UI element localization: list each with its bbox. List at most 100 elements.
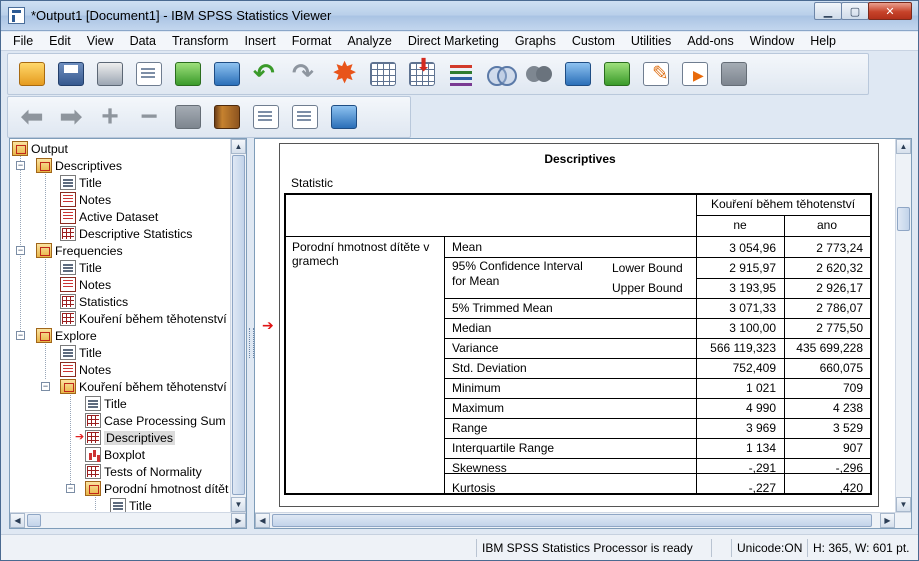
contents-pane[interactable]: ➔ Descriptives Statistic Kouření během t… xyxy=(254,138,912,529)
tree-node-freq-notes[interactable]: Notes xyxy=(60,276,111,293)
redo-button[interactable] xyxy=(289,58,321,90)
menu-file[interactable]: File xyxy=(13,34,33,48)
edit-button[interactable] xyxy=(640,58,672,90)
save-button[interactable] xyxy=(55,58,87,90)
variables-button[interactable] xyxy=(445,58,477,90)
close-button[interactable]: ✕ xyxy=(868,2,912,20)
scroll-right-icon[interactable]: ▶ xyxy=(880,513,895,528)
tree-node-normality[interactable]: Tests of Normality xyxy=(85,463,202,480)
pane-splitter[interactable] xyxy=(248,138,254,529)
minimize-button[interactable]: ▁ xyxy=(814,2,842,20)
tree-node-exp-title[interactable]: Title xyxy=(60,344,102,361)
maximize-button[interactable]: ▢ xyxy=(841,2,869,20)
pivot-table[interactable]: Kouření během těhotenství ne ano Porodní… xyxy=(284,193,872,495)
scroll-left-icon[interactable]: ◀ xyxy=(10,513,25,528)
outline-pane[interactable]: Output − Descriptives Title Notes Active… xyxy=(9,138,247,529)
tree-node-freq-statistics[interactable]: Statistics xyxy=(60,293,128,310)
contents-vertical-scrollbar[interactable]: ▲ ▼ xyxy=(895,139,911,512)
scroll-thumb[interactable] xyxy=(272,514,872,527)
title-item-icon xyxy=(85,396,101,411)
collapse-toggle-icon[interactable]: − xyxy=(66,484,75,493)
scroll-right-icon[interactable]: ▶ xyxy=(231,513,246,528)
tree-node-desc-statistics[interactable]: Descriptive Statistics xyxy=(60,225,192,242)
tree-node-explore[interactable]: Explore xyxy=(36,327,97,344)
print-preview-button[interactable] xyxy=(133,58,165,90)
menu-view[interactable]: View xyxy=(87,34,114,48)
tree-node-frequencies[interactable]: Frequencies xyxy=(36,242,123,259)
show-all-variables-button[interactable] xyxy=(523,58,555,90)
demote-button[interactable]: ➡ xyxy=(55,101,87,133)
open-button[interactable] xyxy=(16,58,48,90)
syntax-icon xyxy=(604,62,630,86)
tree-node-exp-notes[interactable]: Notes xyxy=(60,361,111,378)
menu-direct-marketing[interactable]: Direct Marketing xyxy=(408,34,499,48)
outline-horizontal-scrollbar[interactable]: ◀ ▶ xyxy=(10,512,246,528)
menu-add-ons[interactable]: Add-ons xyxy=(687,34,734,48)
menu-analyze[interactable]: Analyze xyxy=(347,34,391,48)
outline-vertical-scrollbar[interactable]: ▲ ▼ xyxy=(230,139,246,512)
scroll-down-icon[interactable]: ▼ xyxy=(231,497,246,512)
menu-transform[interactable]: Transform xyxy=(172,34,229,48)
menu-format[interactable]: Format xyxy=(292,34,332,48)
hide-button[interactable] xyxy=(211,101,243,133)
recall-dialog-button[interactable] xyxy=(211,58,243,90)
tree-node-exp-variable[interactable]: Kouření během těhotenství xyxy=(60,378,227,395)
autoscript-button[interactable] xyxy=(718,58,750,90)
collapse-button[interactable]: − xyxy=(133,101,165,133)
tree-node-desc-title[interactable]: Title xyxy=(60,174,102,191)
menu-window[interactable]: Window xyxy=(750,34,794,48)
tree-node-desc-notes[interactable]: Notes xyxy=(60,191,111,208)
print-button[interactable] xyxy=(94,58,126,90)
undo-button[interactable] xyxy=(250,58,282,90)
export-button[interactable] xyxy=(172,58,204,90)
scroll-thumb[interactable] xyxy=(232,155,245,495)
menu-edit[interactable]: Edit xyxy=(49,34,71,48)
promote-button[interactable]: ⬅ xyxy=(16,101,48,133)
insert-heading-button[interactable] xyxy=(250,101,282,133)
tree-node-birthweight-title[interactable]: Title xyxy=(110,497,152,513)
menu-insert[interactable]: Insert xyxy=(244,34,275,48)
contents-horizontal-scrollbar[interactable]: ◀ ▶ xyxy=(255,512,911,528)
insert-text-button[interactable] xyxy=(328,101,360,133)
menu-help[interactable]: Help xyxy=(810,34,836,48)
expand-button[interactable]: + xyxy=(94,101,126,133)
show-button[interactable] xyxy=(172,101,204,133)
tree-node-case-processing[interactable]: Case Processing Sum xyxy=(85,412,226,429)
tree-node-exp-var-title[interactable]: Title xyxy=(85,395,127,412)
insert-cases-button[interactable] xyxy=(406,55,438,90)
go-to-case-button[interactable] xyxy=(367,58,399,90)
title-item-icon xyxy=(60,175,76,190)
tree-node-output[interactable]: Output xyxy=(12,140,68,157)
menu-utilities[interactable]: Utilities xyxy=(631,34,671,48)
table-rule xyxy=(696,278,870,279)
tree-node-exp-descriptives[interactable]: Descriptives xyxy=(85,429,175,446)
designate-window-button[interactable] xyxy=(562,58,594,90)
collapse-toggle-icon[interactable]: − xyxy=(16,331,25,340)
collapse-toggle-icon[interactable]: − xyxy=(16,161,25,170)
spss-app-icon[interactable] xyxy=(8,7,25,24)
tree-node-desc-active-dataset[interactable]: Active Dataset xyxy=(60,208,158,225)
syntax-button[interactable] xyxy=(601,58,633,90)
menu-custom[interactable]: Custom xyxy=(572,34,615,48)
collapse-toggle-icon[interactable]: − xyxy=(16,246,25,255)
scroll-down-icon[interactable]: ▼ xyxy=(896,497,911,512)
scroll-up-icon[interactable]: ▲ xyxy=(231,139,246,154)
tree-node-exp-birthweight[interactable]: Porodní hmotnost dítět xyxy=(85,480,228,497)
menu-graphs[interactable]: Graphs xyxy=(515,34,556,48)
scroll-up-icon[interactable]: ▲ xyxy=(896,139,911,154)
tree-node-descriptives[interactable]: Descriptives xyxy=(36,157,122,174)
go-to-data-button[interactable] xyxy=(328,56,360,91)
tree-node-freq-title[interactable]: Title xyxy=(60,259,102,276)
scroll-left-icon[interactable]: ◀ xyxy=(255,513,270,528)
title-bar[interactable]: *Output1 [Document1] - IBM SPSS Statisti… xyxy=(1,1,918,31)
scroll-thumb[interactable] xyxy=(897,207,910,231)
descriptives-output-object[interactable]: Descriptives Statistic Kouření během těh… xyxy=(279,143,879,507)
run-button[interactable] xyxy=(679,58,711,90)
scroll-thumb[interactable] xyxy=(27,514,41,527)
tree-node-boxplot[interactable]: Boxplot xyxy=(85,446,145,463)
menu-data[interactable]: Data xyxy=(130,34,156,48)
tree-node-freq-variable[interactable]: Kouření během těhotenství xyxy=(60,310,227,327)
use-sets-button[interactable] xyxy=(484,58,517,90)
collapse-toggle-icon[interactable]: − xyxy=(41,382,50,391)
insert-title-button[interactable] xyxy=(289,101,321,133)
